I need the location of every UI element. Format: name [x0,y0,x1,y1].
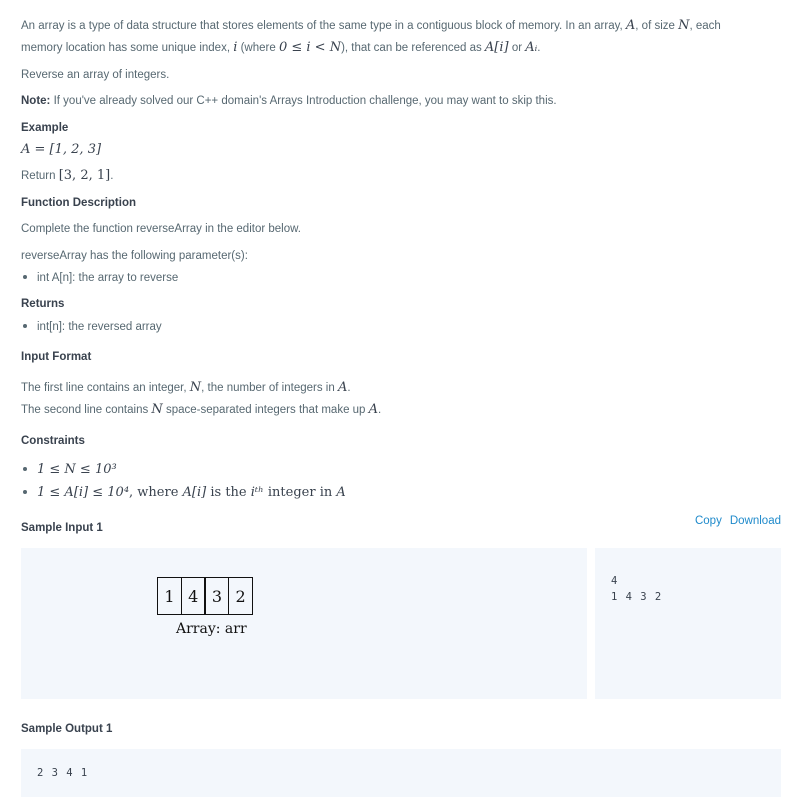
text: The second line contains [21,404,152,416]
return-item-text: int[n]: the reversed array [37,321,162,333]
math-return-array: [3, 2, 1] [58,168,111,183]
math-text: integer in [263,485,337,500]
sample-output-line: 2 3 4 1 [37,767,88,779]
list-item: 1 ≤ A[i] ≤ 10⁴, where A[i] is the iᵗʰ in… [21,483,346,503]
input-format-line-2: The second line contains N space-separat… [21,399,381,421]
math-example-array: A = [1, 2, 3] [21,142,102,157]
array-label: Array: arr [176,621,247,637]
sample-input-line: 1 4 3 2 [611,591,662,603]
math-A-sub-i: Aᵢ [525,40,538,55]
sample-input-line: 4 [611,575,618,587]
function-parameters-line: reverseArray has the following parameter… [21,250,248,262]
returns-heading: Returns [21,298,65,310]
math-A: A [625,18,636,33]
math-A: A [336,485,346,500]
intro-text: , each [689,20,721,32]
array-cell: 2 [228,577,254,615]
math-text: is the [206,485,251,500]
list-item: 1 ≤ N ≤ 10³ [21,460,117,480]
math-text: , where [129,485,183,500]
bullet-icon [23,323,27,328]
note: Note: If you've already solved our C++ d… [21,90,557,112]
bullet-icon [23,489,27,494]
sample-actions: Copy Download [687,515,781,527]
intro-text: memory location has some unique index, [21,42,234,54]
sample-output-panel[interactable]: 2 3 4 1 [21,749,781,797]
task-text: Reverse an array of integers. [21,69,170,81]
intro-line-1: An array is a type of data structure tha… [21,15,721,37]
intro-text: or [508,42,526,54]
math-constraint-n: 1 ≤ N ≤ 10³ [37,462,117,477]
note-label: Note: [21,95,51,107]
array-cell: 3 [204,577,230,615]
example-return: Return [3, 2, 1]. [21,165,113,187]
array-cell: 1 [157,577,182,615]
copy-link[interactable]: Copy [695,515,722,527]
text: . [347,382,351,394]
math-A-i: A[i] [182,485,207,500]
intro-text: (where [237,42,279,54]
math-A: A [368,402,379,417]
bullet-icon [23,466,27,471]
function-description-line: Complete the function reverseArray in th… [21,223,301,235]
bullet-icon [23,274,27,279]
math-range: 0 ≤ i < N [278,40,342,55]
list-item: int A[n]: the array to reverse [21,268,178,288]
input-format-line-1: The first line contains an integer, N, t… [21,377,351,399]
input-format-heading: Input Format [21,351,92,363]
note-text: If you've already solved our C++ domain'… [50,95,557,107]
text: , the number of integers in [201,382,338,394]
return-text: Return [21,170,59,182]
math-N: N [189,380,202,395]
array-illustration-panel: 1 4 3 2 Array: arr [21,548,587,699]
intro-text: . [537,42,541,54]
download-link[interactable]: Download [730,515,781,527]
intro-line-2: memory location has some unique index, i… [21,37,540,59]
sample-output-heading: Sample Output 1 [21,723,113,735]
array-diagram: 1 4 3 2 [157,577,254,615]
list-item: int[n]: the reversed array [21,317,162,337]
constraints-heading: Constraints [21,435,85,447]
text: . [378,404,382,416]
intro-text: ), that can be referenced as [341,42,485,54]
math-N: N [151,402,163,417]
math-i-th: iᵗʰ [250,485,264,500]
array-cell: 4 [180,577,206,615]
math-A-i: A[i] [484,40,509,55]
return-text-end: . [110,170,114,182]
intro-text: An array is a type of data structure tha… [21,20,626,32]
text: The first line contains an integer, [21,382,190,394]
function-description-heading: Function Description [21,197,136,209]
param-text: int A[n]: the array to reverse [37,272,179,284]
example-heading: Example [21,122,69,134]
intro-text: , of size [635,20,679,32]
text: space-separated integers that make up [162,404,369,416]
sample-input-heading: Sample Input 1 [21,522,103,534]
sample-input-panel[interactable]: 4 1 4 3 2 [595,548,781,699]
example-math: A = [1, 2, 3] [21,139,101,161]
math-N: N [678,18,690,33]
math-A: A [337,380,348,395]
math-constraint-a: 1 ≤ A[i] ≤ 10⁴ [37,485,130,500]
